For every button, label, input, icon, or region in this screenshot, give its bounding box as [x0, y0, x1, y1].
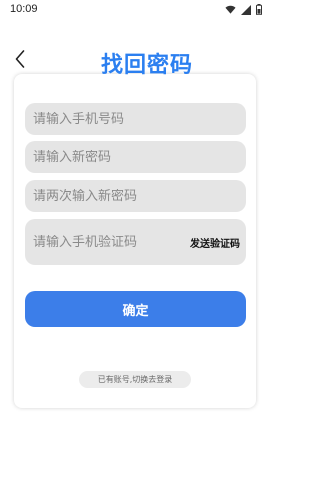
- verification-code-field[interactable]: 发送验证码: [25, 219, 246, 265]
- page-title: 找回密码: [100, 53, 193, 78]
- send-code-button[interactable]: 发送验证码: [190, 235, 240, 250]
- screen: 10:09 找回密码 发送验证码: [0, 0, 270, 480]
- new-password-field[interactable]: [25, 141, 246, 173]
- status-time: 10:09: [10, 3, 38, 15]
- verification-code-input[interactable]: [33, 234, 183, 250]
- confirm-button[interactable]: 确定: [25, 291, 246, 327]
- status-bar: 10:09: [0, 0, 270, 20]
- status-icons: [225, 4, 262, 15]
- phone-input[interactable]: [33, 111, 246, 127]
- confirm-password-input[interactable]: [33, 188, 246, 204]
- phone-field[interactable]: [25, 103, 246, 135]
- battery-icon: [256, 4, 262, 15]
- wifi-icon: [225, 5, 236, 14]
- signal-icon: [241, 4, 251, 15]
- confirm-password-field[interactable]: [25, 180, 246, 212]
- new-password-input[interactable]: [33, 149, 246, 165]
- switch-to-login-link[interactable]: 已有账号,切换去登录: [79, 371, 191, 388]
